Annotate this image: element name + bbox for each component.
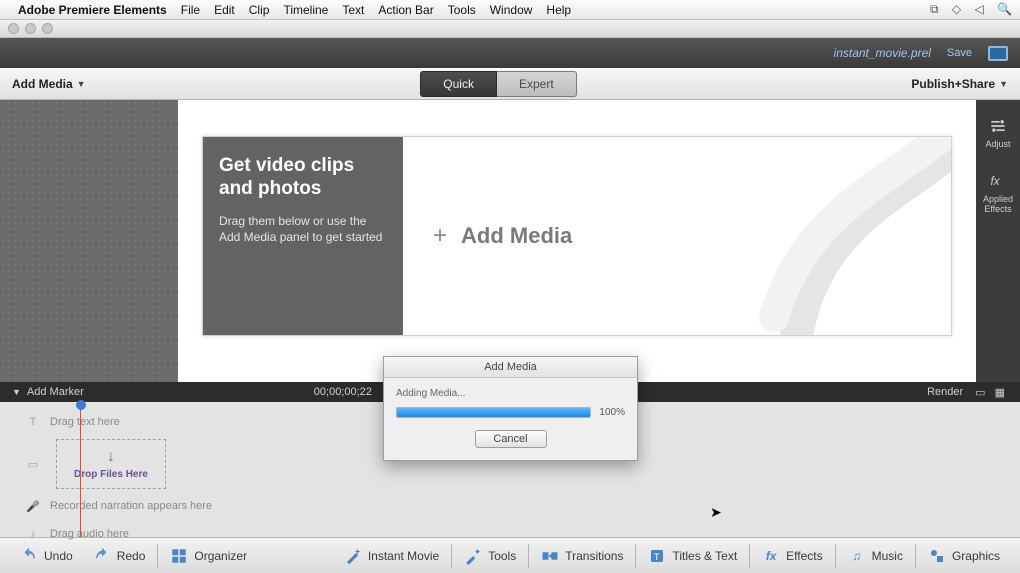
menu-file[interactable]: File (181, 3, 200, 17)
plus-icon: + (433, 222, 447, 250)
progress-bar (396, 407, 591, 418)
prompt-heading: Get video clips and photos (219, 155, 387, 201)
progress-percent: 100% (599, 407, 625, 418)
zoom-window-button[interactable] (42, 23, 53, 34)
instant-movie-label: Instant Movie (368, 549, 439, 563)
tools-label: Tools (488, 549, 516, 563)
titles-label: Titles & Text (672, 549, 737, 563)
chevron-down-icon: ▼ (999, 79, 1008, 89)
menu-help[interactable]: Help (546, 3, 571, 17)
tab-expert[interactable]: Expert (497, 71, 577, 97)
effects-icon: fx (762, 547, 780, 565)
chevron-down-icon: ▼ (77, 79, 86, 89)
spotlight-icon[interactable]: 🔍 (997, 2, 1012, 16)
svg-text:T: T (654, 551, 660, 561)
cancel-button[interactable]: Cancel (475, 430, 547, 448)
playhead[interactable] (80, 402, 81, 537)
add-marker-label: Add Marker (27, 386, 84, 398)
audio-track[interactable]: ♪ Drag audio here (26, 520, 1020, 548)
right-panel-tools: Adjust fx Applied Effects (976, 100, 1020, 382)
film-icon: ▭ (26, 458, 40, 471)
mac-status-icons: ⧉ ◇ ◁ 🔍 (920, 2, 1012, 17)
audio-placeholder: Drag audio here (50, 528, 129, 540)
timeline-view-icons[interactable]: ▭ ▦ (975, 386, 1008, 399)
add-media-dropdown[interactable]: Add Media ▼ (0, 77, 98, 91)
prompt-text-panel: Get video clips and photos Drag them bel… (203, 137, 403, 335)
triangle-down-icon: ▼ (12, 387, 21, 397)
organizer-label: Organizer (194, 549, 247, 563)
text-track-placeholder: Drag text here (50, 416, 120, 428)
add-media-cta-label: Add Media (461, 223, 572, 249)
fullscreen-icon[interactable] (988, 46, 1008, 61)
organizer-icon (170, 547, 188, 565)
volume-icon[interactable]: ◁ (974, 2, 983, 16)
dialog-message: Adding Media... (396, 388, 625, 399)
menu-edit[interactable]: Edit (214, 3, 235, 17)
music-label: Music (872, 549, 903, 563)
dialog-title: Add Media (384, 357, 637, 378)
empty-project-prompt: Get video clips and photos Drag them bel… (202, 136, 952, 336)
applied-effects-label: Applied Effects (983, 194, 1013, 214)
undo-icon (20, 547, 38, 565)
drop-files-zone[interactable]: ↓ Drop Files Here (56, 439, 166, 489)
transitions-label: Transitions (565, 549, 623, 563)
project-filename: instant_movie.prel (834, 46, 931, 60)
stage-gutter-left (0, 100, 178, 382)
menu-tools[interactable]: Tools (448, 3, 476, 17)
add-media-label: Add Media (12, 77, 73, 91)
publish-share-label: Publish+Share (911, 77, 995, 91)
narration-placeholder: Recorded narration appears here (50, 500, 212, 512)
adjust-tool[interactable]: Adjust (985, 116, 1010, 149)
menu-clip[interactable]: Clip (249, 3, 270, 17)
wifi-icon[interactable]: ⧉ (930, 2, 939, 16)
redo-label: Redo (117, 549, 146, 563)
menu-text[interactable]: Text (342, 3, 364, 17)
tab-quick[interactable]: Quick (420, 71, 497, 97)
add-media-dialog: Add Media Adding Media... 100% Cancel (383, 356, 638, 461)
menu-window[interactable]: Window (490, 3, 533, 17)
narration-track[interactable]: 🎤 Recorded narration appears here (26, 492, 1020, 520)
close-window-button[interactable] (8, 23, 19, 34)
film-strip-icon (751, 137, 951, 335)
sliders-icon (988, 116, 1008, 136)
stage-area: Get video clips and photos Drag them bel… (0, 100, 1020, 382)
applied-effects-tool[interactable]: fx Applied Effects (983, 171, 1013, 214)
arrow-down-icon: ↓ (107, 448, 115, 466)
app-title[interactable]: Adobe Premiere Elements (18, 3, 167, 17)
publish-share-dropdown[interactable]: Publish+Share ▼ (899, 77, 1020, 91)
graphics-icon (928, 547, 946, 565)
mac-menubar: Adobe Premiere Elements File Edit Clip T… (0, 0, 1020, 20)
wand-icon (344, 547, 362, 565)
mic-icon: 🎤 (26, 500, 40, 513)
title-strip: instant_movie.prel Save (0, 38, 1020, 68)
timecode-display[interactable]: 00;00;00;22 (314, 386, 372, 398)
undo-label: Undo (44, 549, 73, 563)
battery-icon[interactable]: ◇ (952, 2, 961, 16)
add-media-cta[interactable]: + Add Media (403, 137, 951, 335)
wrench-icon (464, 547, 482, 565)
progress-fill (397, 408, 590, 417)
effects-label: Effects (786, 549, 822, 563)
drop-files-label: Drop Files Here (74, 469, 148, 480)
prompt-sub: Drag them below or use the Add Media pan… (219, 213, 387, 245)
adjust-label: Adjust (985, 139, 1010, 149)
mode-bar: Add Media ▼ Quick Expert Publish+Share ▼ (0, 68, 1020, 100)
window-controls (0, 20, 1020, 38)
music-note-icon: ♪ (26, 528, 40, 540)
text-icon: T (26, 416, 40, 428)
render-button[interactable]: Render (927, 386, 963, 398)
menu-actionbar[interactable]: Action Bar (378, 3, 433, 17)
add-marker-button[interactable]: ▼ Add Marker (12, 386, 84, 398)
titles-icon: T (648, 547, 666, 565)
svg-text:fx: fx (991, 175, 1001, 188)
transitions-icon (541, 547, 559, 565)
graphics-label: Graphics (952, 549, 1000, 563)
fx-icon: fx (988, 171, 1008, 191)
monitor-panel: Get video clips and photos Drag them bel… (178, 100, 976, 382)
menu-timeline[interactable]: Timeline (283, 3, 328, 17)
redo-icon (93, 547, 111, 565)
minimize-window-button[interactable] (25, 23, 36, 34)
save-button[interactable]: Save (947, 47, 972, 59)
music-icon: ♫ (848, 547, 866, 565)
